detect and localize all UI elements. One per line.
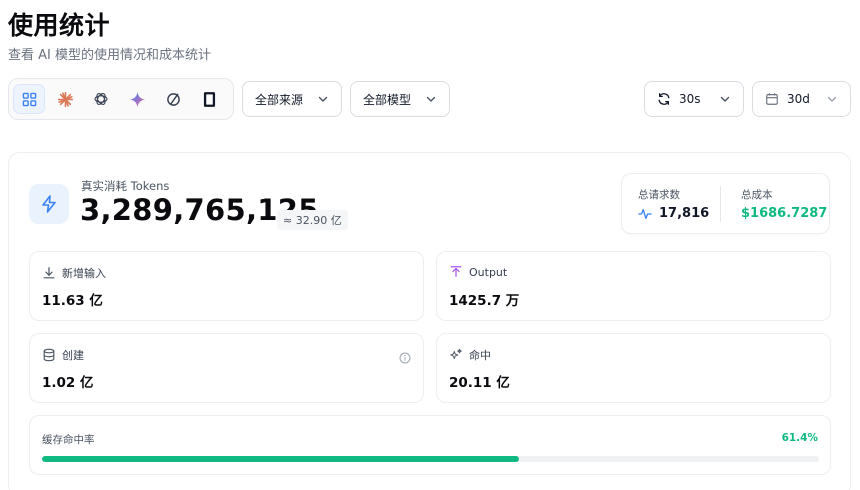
claude-sunburst-icon: [57, 91, 73, 107]
provider-openai-button[interactable]: [85, 84, 117, 114]
database-icon: [43, 348, 55, 362]
summary-card: [621, 173, 830, 234]
all-grid-icon: [22, 92, 36, 106]
input-stat-label: 新增输入: [62, 267, 106, 280]
create-stat-value: 1.02 亿: [42, 375, 94, 391]
circle-slash-icon: [166, 92, 180, 106]
chevron-down-icon: [719, 93, 731, 105]
hit-stat-card: 命中 20.11 亿: [436, 333, 831, 403]
calendar-icon: [765, 92, 779, 106]
input-stat-card: 新增输入 11.63 亿: [29, 251, 424, 321]
upload-arrow-icon: [450, 266, 462, 277]
download-arrow-icon: [43, 267, 55, 279]
hit-stat-label: 命中: [469, 349, 491, 362]
lightning-icon: [42, 195, 56, 213]
info-circle-icon[interactable]: [399, 349, 411, 368]
output-stat-label: Output: [469, 265, 508, 279]
cache-rate-label: 缓存命中率: [42, 434, 95, 446]
provider-filter-group: [8, 78, 234, 120]
summary-divider: [720, 186, 721, 222]
chevron-down-icon: [317, 93, 329, 105]
cost-value: $1686.7287: [741, 206, 828, 221]
create-stat-card: 创建 1.02 亿: [29, 333, 424, 403]
openai-knot-icon: [94, 93, 108, 105]
cache-rate-progress-track: [42, 456, 819, 462]
provider-gemini-button[interactable]: [121, 84, 153, 114]
tokens-approx-badge: ≈ 32.90 亿: [277, 210, 348, 230]
provider-claude-button[interactable]: [49, 84, 81, 114]
provider-device-button[interactable]: [193, 84, 225, 114]
token-icon-box: [29, 184, 69, 224]
refresh-icon: [657, 92, 671, 106]
cache-rate-card: 缓存命中率 61.4%: [29, 415, 831, 475]
refresh-interval-select[interactable]: 30s: [644, 81, 744, 117]
date-range-select[interactable]: 30d: [752, 81, 851, 117]
sparkles-icon: [450, 348, 462, 360]
model-select[interactable]: 全部模型: [350, 81, 450, 117]
cache-rate-progress-fill: [42, 456, 520, 462]
chevron-down-icon: [425, 93, 437, 105]
chevron-down-icon: [826, 93, 838, 105]
requests-label: 总请求数: [638, 189, 680, 201]
hit-stat-value: 20.11 亿: [449, 375, 510, 391]
page-subtitle: 查看 AI 模型的使用情况和成本统计: [8, 48, 211, 63]
input-stat-value: 11.63 亿: [42, 293, 103, 309]
activity-pulse-icon: [638, 208, 652, 220]
model-select-label: 全部模型: [363, 92, 412, 107]
output-stat-value: 1425.7 万: [449, 293, 520, 309]
device-frame-icon: [203, 91, 215, 107]
output-stat-card: Output 1425.7 万: [436, 251, 831, 321]
create-stat-label: 创建: [62, 349, 84, 362]
provider-all-button[interactable]: [13, 84, 45, 114]
cache-rate-percent: 61.4%: [781, 432, 818, 444]
cost-label: 总成本: [741, 189, 773, 201]
source-select-label: 全部来源: [255, 92, 304, 107]
requests-value: 17,816: [659, 206, 710, 221]
gemini-sparkle-icon: [129, 91, 145, 107]
tokens-label: 真实消耗 Tokens: [81, 179, 170, 193]
page-title: 使用统计: [8, 11, 111, 40]
date-range-label: 30d: [787, 92, 810, 106]
refresh-interval-label: 30s: [679, 92, 701, 106]
provider-other-button[interactable]: [157, 84, 189, 114]
source-select[interactable]: 全部来源: [242, 81, 342, 117]
